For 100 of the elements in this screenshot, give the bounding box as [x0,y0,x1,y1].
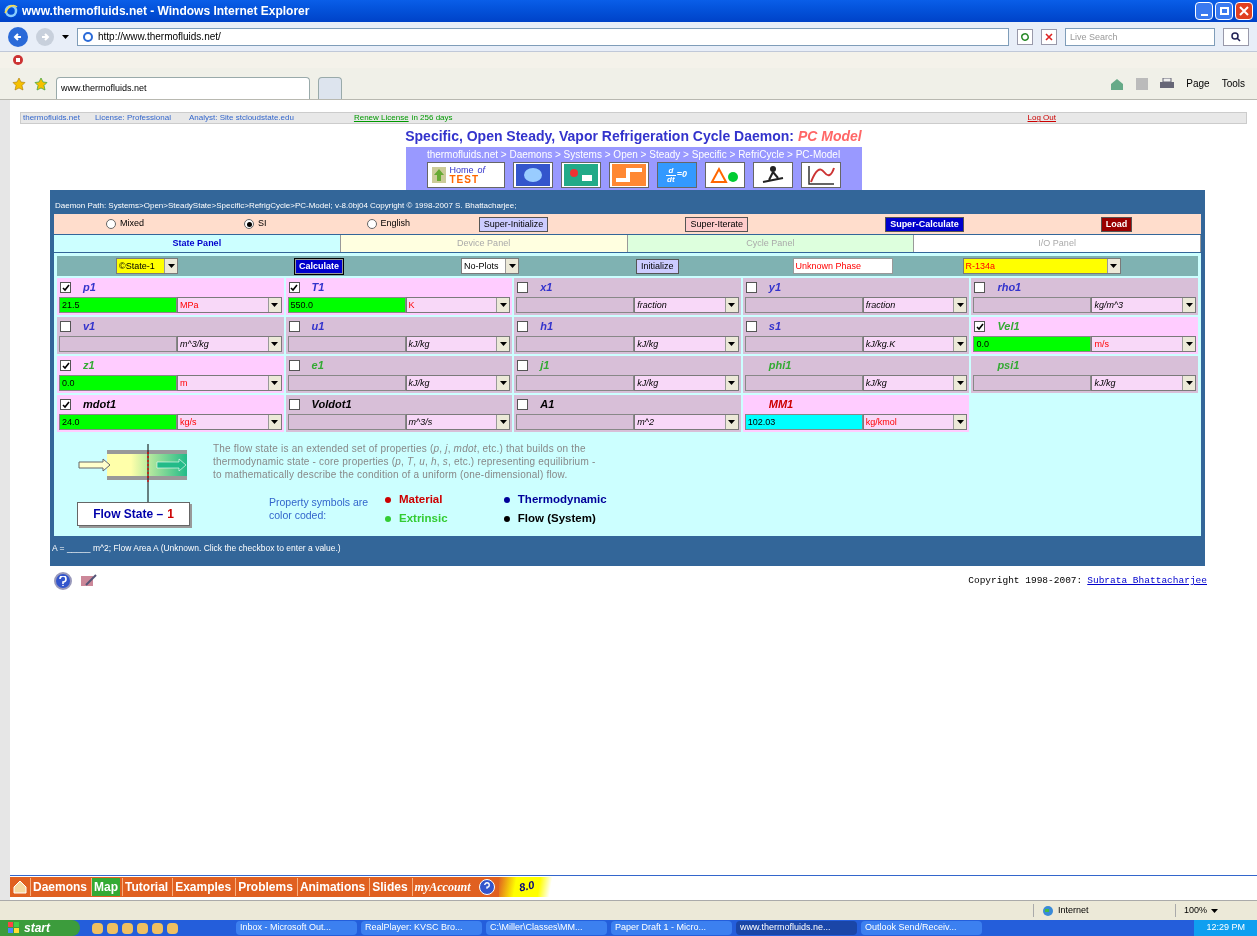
curve-chart-icon[interactable] [800,162,841,188]
author-link[interactable]: Subrata Bhattacharjee [1087,574,1207,589]
checkbox[interactable] [974,282,986,293]
back-button[interactable] [8,26,28,47]
value-field[interactable] [744,375,863,391]
logout-link[interactable]: Log Out [1027,112,1056,124]
value-field[interactable] [744,297,863,313]
value-field[interactable]: 24.0 [59,414,177,430]
minimize-button[interactable] [1195,2,1213,20]
checkbox[interactable] [745,282,757,293]
value-field[interactable] [516,414,635,430]
skier-icon[interactable] [752,162,793,188]
value-field[interactable] [973,297,1092,313]
taskbar-button[interactable]: Paper Draft 1 - Micro... [611,921,732,935]
unit-select[interactable]: kJ/kg [862,375,968,391]
plots-select[interactable]: No-Plots [461,258,520,274]
flow-diagram-icon[interactable] [560,162,601,188]
super-button[interactable]: Super-Initialize [478,216,549,232]
value-field[interactable]: 0.0 [973,336,1092,352]
browser-tab[interactable]: www.thermofluids.net [56,77,310,99]
nav-link[interactable]: myAccount [411,877,473,896]
initialize-button[interactable]: Initialize [636,258,679,274]
value-field[interactable] [59,336,177,352]
help-button[interactable] [54,572,72,591]
value-field[interactable]: 21.5 [59,297,177,313]
quick-launch-icon[interactable] [92,922,103,934]
fluid-select[interactable]: R-134a [962,258,1121,274]
value-field[interactable] [287,336,406,352]
checkbox[interactable] [288,321,300,332]
unit-select[interactable]: m^2 [634,414,739,430]
radio-button[interactable] [366,219,377,229]
checkbox[interactable] [517,321,529,332]
checkbox[interactable] [745,321,757,332]
value-field[interactable] [973,375,1092,391]
nav-link[interactable]: Tutorial [122,877,171,896]
radio-button[interactable] [106,219,116,229]
close-button[interactable] [1235,2,1253,20]
command-menu[interactable]: Page [1186,76,1210,91]
address-field[interactable]: http://www.thermofluids.net/ [77,27,1009,46]
checkbox[interactable] [288,399,300,410]
checkbox[interactable] [288,360,300,371]
taskbar-button[interactable]: www.thermofluids.ne... [736,921,857,935]
unit-select[interactable]: m^3/s [405,414,511,430]
search-button[interactable] [1223,27,1249,46]
checkbox[interactable] [974,321,986,332]
taskbar-button[interactable]: Outlook Send/Receiv... [861,921,982,935]
super-button[interactable]: Load [1100,216,1133,232]
unit-select[interactable]: kJ/kg [405,336,511,352]
radio-button[interactable] [244,219,254,229]
checkbox[interactable] [60,282,71,293]
maximize-button[interactable] [1215,2,1233,20]
calculate-button[interactable]: Calculate [295,258,344,274]
home-icon[interactable] [12,878,28,895]
state-select[interactable]: ©State-1 [116,258,178,274]
command-menu[interactable]: Tools [1221,76,1245,91]
value-field[interactable] [744,336,863,352]
quick-launch-icon[interactable] [107,922,118,934]
value-field[interactable] [287,414,406,430]
unit-select[interactable]: m^3/kg [177,336,282,352]
unit-select[interactable]: fraction [862,297,968,313]
taskbar-button[interactable]: C:\Miller\Classes\MM... [486,921,607,935]
search-field[interactable]: Live Search [1065,27,1215,46]
unit-select[interactable]: kJ/kg [1091,375,1196,391]
quick-launch-icon[interactable] [152,922,163,934]
taskbar-button[interactable]: RealPlayer: KVSC Bro... [361,921,482,935]
super-button[interactable]: Super-Iterate [685,216,748,232]
checkbox[interactable] [60,399,71,410]
nav-link[interactable]: Examples [172,877,234,896]
unit-select[interactable]: fraction [634,297,739,313]
checkbox[interactable] [517,399,529,410]
zoom-control[interactable]: 100% [1175,903,1245,918]
quick-launch-icon[interactable] [122,922,133,934]
checkbox[interactable] [288,282,300,293]
value-field[interactable] [516,375,635,391]
stop-button[interactable] [1041,28,1057,45]
phase-field[interactable]: Unknown Phase [792,258,893,274]
checkbox[interactable] [517,360,529,371]
panel-tab[interactable]: State Panel [54,235,341,252]
unit-select[interactable]: kJ/kg [634,375,739,391]
taskbar-button[interactable]: Inbox - Microsoft Out... [236,921,357,935]
value-field[interactable] [516,336,635,352]
refresh-button[interactable] [1017,28,1033,45]
unit-select[interactable]: kJ/kg [405,375,511,391]
quick-launch-icon[interactable] [167,922,178,934]
checkbox[interactable] [60,360,71,371]
super-button[interactable]: Super-Calculate [885,216,964,232]
print-icon[interactable] [1160,77,1175,90]
unit-select[interactable]: kg/m^3 [1091,297,1196,313]
value-field[interactable] [287,375,406,391]
unit-select[interactable]: kJ/kg.K [862,336,968,352]
quick-launch-icon[interactable] [137,922,148,934]
unit-select[interactable]: kJ/kg [634,336,739,352]
value-field[interactable] [516,297,635,313]
nav-link[interactable]: Slides [369,877,410,896]
value-field[interactable]: 0.0 [59,375,177,391]
checkbox[interactable] [60,321,71,332]
value-field[interactable]: 550.0 [287,297,406,313]
favorites-star-icon[interactable] [12,77,26,91]
checkbox[interactable] [517,282,529,293]
home-of-test-button[interactable]: Home of TEST [426,162,505,188]
